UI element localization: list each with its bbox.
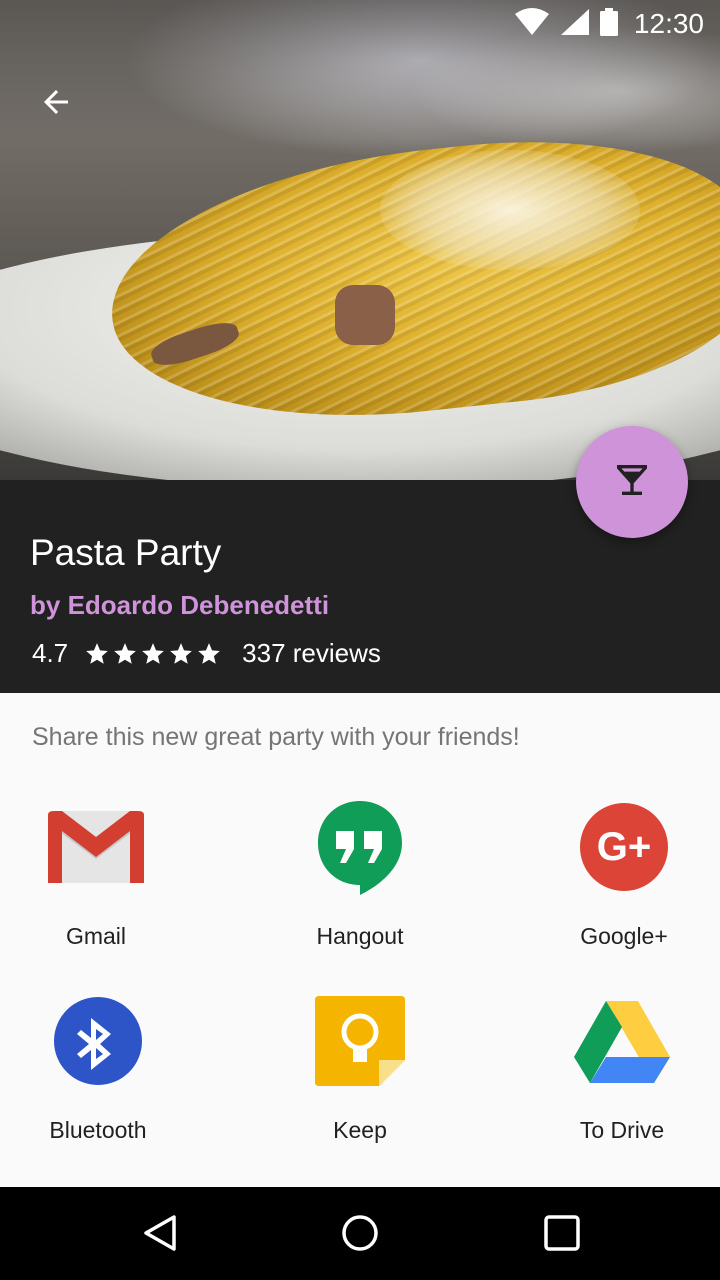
drive-icon bbox=[574, 993, 670, 1089]
star-icon bbox=[170, 642, 192, 664]
recents-square-icon bbox=[542, 1213, 582, 1258]
nav-recents-button[interactable] bbox=[534, 1207, 590, 1263]
share-target-bluetooth[interactable]: Bluetooth bbox=[0, 993, 198, 1163]
nav-home-button[interactable] bbox=[332, 1207, 388, 1263]
back-triangle-icon bbox=[140, 1213, 180, 1258]
rating-value: 4.7 bbox=[32, 638, 69, 668]
back-button[interactable] bbox=[24, 80, 88, 128]
share-target-gmail[interactable]: Gmail bbox=[0, 799, 196, 969]
hangouts-icon bbox=[312, 799, 408, 895]
google-plus-icon: G+ bbox=[576, 799, 672, 895]
status-time: 12:30 bbox=[633, 8, 704, 39]
share-target-label: Bluetooth bbox=[49, 1117, 147, 1143]
bluetooth-icon bbox=[50, 993, 146, 1089]
svg-text:G+: G+ bbox=[597, 825, 651, 869]
share-target-label: To Drive bbox=[579, 1117, 665, 1143]
share-sheet: Share this new great party with your fri… bbox=[0, 693, 720, 1187]
share-target-google-plus[interactable]: G+ Google+ bbox=[524, 799, 720, 969]
recipe-author-link[interactable]: by Edoardo Debenedetti bbox=[30, 590, 329, 621]
reviews-count[interactable]: 337 reviews bbox=[242, 638, 381, 669]
recipe-title: Pasta Party bbox=[30, 532, 222, 573]
share-target-keep[interactable]: Keep bbox=[260, 993, 460, 1163]
arrow-left-icon bbox=[38, 84, 74, 125]
star-icon bbox=[142, 642, 164, 664]
rating-stars bbox=[84, 641, 222, 667]
bacon-piece bbox=[335, 285, 395, 345]
star-icon bbox=[114, 642, 136, 664]
share-target-drive[interactable]: To Drive bbox=[522, 993, 720, 1163]
cocktail-glass-icon bbox=[612, 460, 652, 505]
share-target-label: Keep bbox=[333, 1117, 387, 1143]
share-target-label: Hangout bbox=[316, 923, 404, 949]
share-prompt: Share this new great party with your fri… bbox=[32, 723, 520, 751]
battery-icon bbox=[599, 7, 618, 41]
status-bar: 12:30 bbox=[0, 0, 720, 48]
share-target-hangout[interactable]: Hangout bbox=[260, 799, 460, 969]
cheese bbox=[380, 150, 640, 270]
signal-icon bbox=[560, 8, 590, 41]
party-fab-button[interactable] bbox=[576, 426, 688, 538]
system-nav-bar bbox=[0, 1187, 720, 1280]
keep-icon bbox=[312, 993, 408, 1089]
rating-row: 4.7 337 reviews bbox=[32, 638, 381, 669]
share-target-label: Google+ bbox=[580, 923, 668, 949]
star-icon bbox=[86, 642, 108, 664]
gmail-icon bbox=[48, 799, 144, 895]
recipe-hero-image bbox=[0, 0, 720, 480]
nav-back-button[interactable] bbox=[132, 1207, 188, 1263]
share-target-label: Gmail bbox=[65, 923, 127, 949]
wifi-icon bbox=[514, 7, 550, 41]
star-icon bbox=[198, 642, 220, 664]
home-circle-icon bbox=[340, 1213, 380, 1258]
